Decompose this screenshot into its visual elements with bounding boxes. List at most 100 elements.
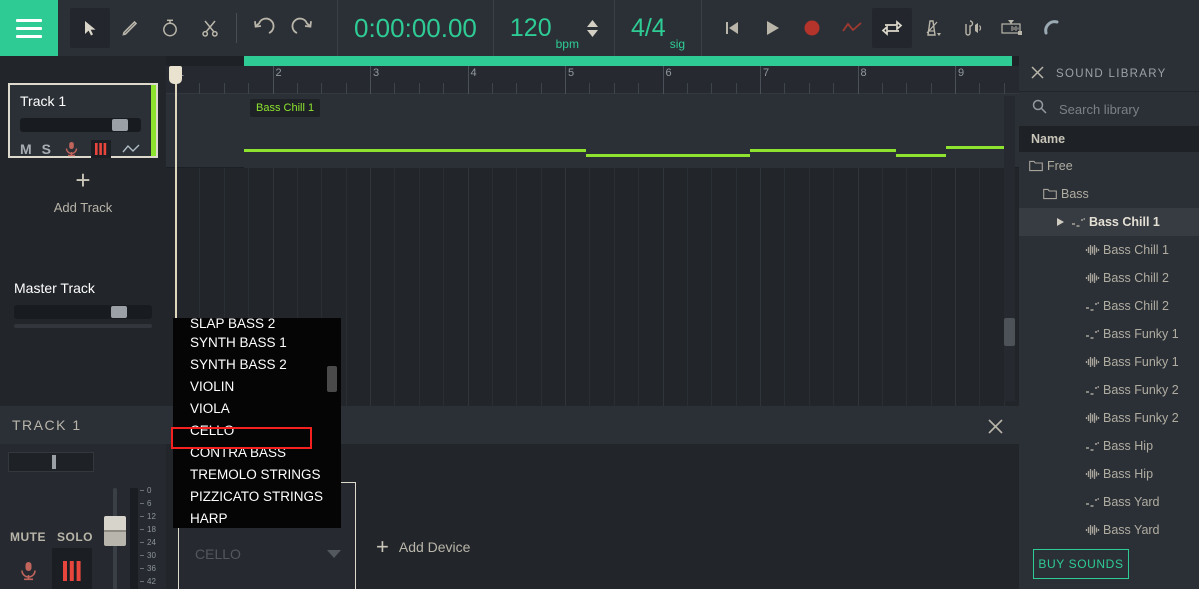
mixer-mute-button[interactable]: MUTE — [10, 530, 46, 544]
dropdown-scrollbar-thumb[interactable] — [327, 366, 337, 392]
track-lane-1[interactable]: Bass Chill 1 — [166, 94, 1019, 168]
library-row[interactable]: Bass Hip — [1019, 460, 1199, 488]
library-row-label: Bass Funky 1 — [1103, 327, 1179, 341]
master-track-panel[interactable]: Master Track — [0, 270, 166, 336]
search-input[interactable]: Search library — [1059, 102, 1139, 117]
stopwatch-icon[interactable] — [150, 8, 190, 48]
sound-library-panel: SOUND LIBRARY Search library Name Free Ba… — [1019, 56, 1199, 589]
track-volume-knob[interactable] — [111, 119, 128, 131]
dropdown-item-cello[interactable]: CELLO — [173, 420, 341, 442]
track-volume-slider[interactable] — [20, 118, 142, 132]
record-circle-icon[interactable] — [792, 8, 832, 48]
count-in-icon[interactable] — [952, 8, 992, 48]
instrument-preset-select[interactable]: CELLO — [189, 541, 347, 567]
close-x-icon[interactable] — [1031, 65, 1044, 82]
master-volume-slider[interactable] — [14, 305, 152, 319]
time-signature-readout[interactable]: 4/4 sig — [615, 0, 703, 56]
scissors-icon[interactable] — [190, 8, 230, 48]
library-row[interactable]: Bass Funky 1 — [1019, 348, 1199, 376]
close-x-icon[interactable] — [985, 416, 1005, 436]
ruler-beat-tick — [516, 83, 518, 94]
arrangement-vertical-scrollbar[interactable] — [1004, 96, 1015, 401]
automation-zigzag-icon[interactable] — [121, 140, 141, 158]
library-row[interactable]: Bass Funky 2 — [1019, 404, 1199, 432]
master-track-label: Master Track — [14, 280, 95, 296]
dropdown-item-synth-bass-1[interactable]: SYNTH BASS 1 — [173, 332, 341, 354]
loop-region-fill[interactable] — [244, 56, 1012, 66]
timeline-ruler[interactable]: 123456789 — [166, 66, 1030, 94]
library-row[interactable]: Bass Yard — [1019, 488, 1199, 516]
clip-bass-chill-1[interactable]: Bass Chill 1 — [244, 94, 1012, 168]
pencil-icon[interactable] — [110, 8, 150, 48]
track-header-1[interactable]: Track 1 M S — [8, 83, 158, 158]
track-solo-button[interactable]: S — [42, 141, 51, 157]
library-row[interactable]: Bass Hip — [1019, 432, 1199, 460]
fader-handle[interactable] — [104, 516, 126, 546]
loop-region-bar[interactable] — [166, 56, 1019, 66]
library-search-row[interactable]: Search library — [1019, 92, 1199, 126]
chevron-down-icon[interactable] — [327, 550, 341, 558]
dropdown-item-tremolo-strings[interactable]: TREMOLO STRINGS — [173, 464, 341, 486]
dropdown-item-contra-bass[interactable]: CONTRA BASS — [173, 442, 341, 464]
dropdown-item-harp[interactable]: HARP — [173, 508, 341, 528]
piano-keys-icon[interactable] — [91, 140, 112, 158]
dropdown-item-synth-bass-2[interactable]: SYNTH BASS 2 — [173, 354, 341, 376]
channel-fader[interactable] — [100, 488, 130, 589]
db-scale: 06121824303642485460 — [140, 486, 164, 589]
microphone-icon[interactable] — [12, 552, 44, 589]
track-panel: Track 1 M S + Add Track — [0, 56, 166, 406]
scrollbar-thumb[interactable] — [1004, 318, 1015, 346]
midi-note — [726, 154, 750, 157]
pan-control[interactable] — [8, 452, 94, 472]
playhead-handle[interactable] — [169, 66, 182, 84]
library-row[interactable]: Bass Chill 2 — [1019, 292, 1199, 320]
ruler-bar-number: 2 — [275, 67, 282, 79]
microphone-icon[interactable] — [61, 140, 81, 158]
db-scale-row: 42 — [140, 577, 156, 586]
midi-note — [440, 149, 586, 152]
buy-sounds-button[interactable]: BUY SOUNDS — [1033, 549, 1129, 579]
midi-icon — [1081, 300, 1103, 312]
play-icon[interactable] — [752, 8, 792, 48]
library-row[interactable]: Free — [1019, 152, 1199, 180]
library-row[interactable]: Bass Funky 1 — [1019, 320, 1199, 348]
library-row[interactable]: Bass Chill 1 — [1019, 208, 1199, 236]
piano-keys-icon[interactable] — [52, 548, 92, 589]
ruler-bar-number: 4 — [470, 67, 477, 79]
dropdown-item-viola[interactable]: VIOLA — [173, 398, 341, 420]
library-row[interactable]: Bass Chill 2 — [1019, 264, 1199, 292]
dropdown-item-pizzicato-strings[interactable]: PIZZICATO STRINGS — [173, 486, 341, 508]
library-row[interactable]: Bass Funky 2 — [1019, 376, 1199, 404]
track-button-row: M S — [20, 140, 141, 158]
db-label: 18 — [147, 525, 156, 534]
library-column-header: Name — [1019, 126, 1199, 152]
snap-waveform-icon[interactable] — [992, 8, 1032, 48]
db-tick — [140, 516, 144, 517]
library-row[interactable]: Bass Chill 1 — [1019, 236, 1199, 264]
master-volume-knob[interactable] — [110, 306, 127, 318]
bpm-stepper[interactable] — [586, 19, 598, 37]
mixer-solo-button[interactable]: SOLO — [57, 530, 93, 544]
skip-back-icon[interactable] — [712, 8, 752, 48]
ruler-beat-tick — [833, 83, 835, 94]
dropdown-item-slap-bass-2[interactable]: SLAP BASS 2 — [173, 318, 341, 332]
hamburger-menu-icon[interactable] — [0, 0, 58, 56]
library-row[interactable]: Bass — [1019, 180, 1199, 208]
time-readout[interactable]: 0:00:00.00 — [337, 0, 494, 56]
metronome-icon[interactable] — [912, 8, 952, 48]
loop-icon[interactable] — [872, 8, 913, 48]
expand-triangle-icon[interactable] — [1053, 217, 1067, 227]
automation-zigzag-icon[interactable] — [832, 8, 872, 48]
phone-handset-icon[interactable] — [1032, 8, 1072, 48]
track-mute-button[interactable]: M — [20, 141, 32, 157]
dropdown-item-violin[interactable]: VIOLIN — [173, 376, 341, 398]
library-row-label: Bass Yard — [1103, 495, 1160, 509]
cursor-arrow-icon[interactable] — [70, 8, 110, 48]
add-track-button[interactable]: + Add Track — [8, 167, 158, 215]
library-row[interactable]: Bass Yard — [1019, 516, 1199, 544]
add-device-button[interactable]: + Add Device — [376, 536, 470, 558]
instrument-dropdown-list[interactable]: SLAP BASS 2 SYNTH BASS 1 SYNTH BASS 2 VIOLI… — [173, 318, 341, 528]
undo-icon[interactable] — [243, 8, 283, 48]
redo-icon[interactable] — [283, 8, 323, 48]
bpm-readout[interactable]: 120 bpm — [494, 0, 615, 56]
